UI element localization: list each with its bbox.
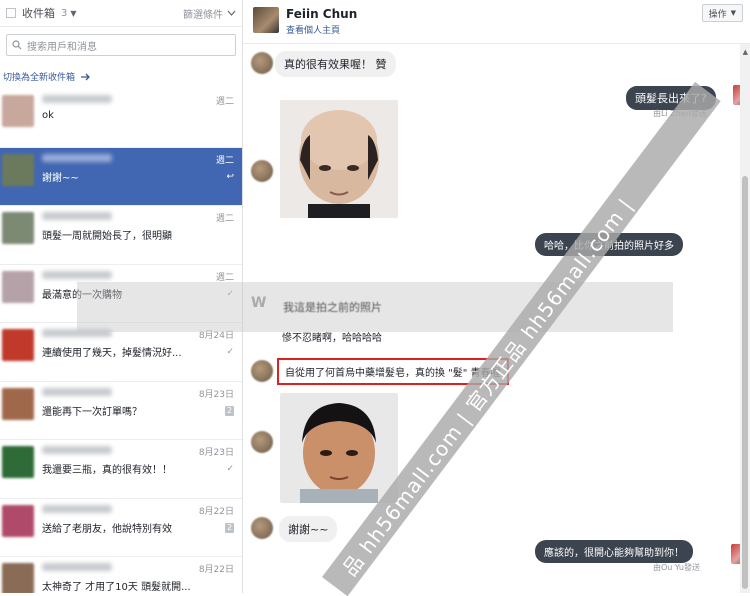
filter-label: 篩選條件: [183, 9, 223, 21]
conversation-date: 週二: [215, 214, 234, 224]
switch-link-label: 切換為全新收件箱: [3, 73, 76, 83]
conversation-item[interactable]: 週二頭髮一周就開始長了，很明顯: [0, 206, 242, 265]
message-incoming: 真的很有效果喔！ 贊: [275, 51, 396, 77]
avatar: [2, 504, 34, 537]
arrow-right-icon: [81, 73, 90, 80]
avatar: [2, 95, 34, 127]
status-badge: 2: [225, 405, 234, 416]
conversation-preview: ok: [42, 110, 54, 121]
avatar: [2, 212, 34, 244]
conversation-preview: 送給了老朋友，他說特別有效: [42, 523, 172, 535]
conversation-preview: 我還要三瓶，真的很有效！！: [42, 465, 172, 476]
search-placeholder: 搜索用戶和消息: [27, 41, 97, 53]
conversation-preview: 連續使用了幾天，掉髮情況好...: [42, 348, 182, 359]
conversation-date: 週二: [215, 97, 234, 107]
conversation-date: 8月23日: [198, 389, 234, 400]
conversation-date: 週二: [215, 272, 234, 283]
avatar: [2, 329, 34, 361]
reply-icon: ↩: [226, 171, 234, 182]
select-all-checkbox[interactable]: [6, 8, 16, 18]
avatar: [2, 270, 34, 303]
message-outgoing: 應該的，很開心能夠幫助到你！: [535, 540, 693, 563]
avatar: [2, 387, 34, 420]
avatar: [251, 517, 273, 539]
bald-man-photo: [280, 100, 398, 218]
conversation-item[interactable]: 8月23日還能再下一次訂單嗎？ 2: [0, 382, 242, 440]
contact-name-blurred: [42, 153, 112, 162]
avatar: [251, 160, 273, 182]
contact-name[interactable]: Feiin Chun: [286, 7, 357, 21]
conversation-preview: 謝謝~~: [42, 172, 79, 184]
contact-name-blurred: [42, 446, 112, 454]
contact-name-blurred: [42, 387, 112, 396]
unread-count-badge: 2: [225, 405, 234, 416]
search-input[interactable]: 搜索用戶和消息: [6, 34, 236, 56]
scrollbar-thumb[interactable]: [742, 176, 748, 589]
photo-after[interactable]: [280, 393, 398, 503]
conversation-preview: 還能再下一次訂單嗎？: [42, 406, 142, 418]
conversation-item[interactable]: 週二 ok: [0, 89, 242, 148]
avatar[interactable]: [253, 7, 279, 33]
inbox-title[interactable]: 收件箱: [22, 5, 55, 21]
caret-down-icon: ▼: [730, 9, 736, 17]
contact-name-blurred: [42, 504, 112, 513]
chevron-down-icon: [227, 10, 236, 16]
inbox-count: 3: [61, 7, 68, 19]
search-icon: [12, 40, 22, 50]
avatar: [2, 153, 34, 186]
chat-header: Feiin Chun 查看個人主頁 操作 ▼: [243, 0, 750, 44]
seen-check-icon: ✓: [226, 347, 234, 357]
avatar: [251, 52, 273, 74]
conversation-item[interactable]: 8月23日我還要三瓶，真的很有效！！ ✓: [0, 440, 242, 499]
chat-panel: Feiin Chun 查看個人主頁 操作 ▼ 真的很有效果喔！ 贊 頭髮長出來了…: [77, 0, 750, 593]
avatar: [2, 563, 34, 593]
message-incoming: 慘不忍睹啊，哈哈哈哈: [282, 333, 382, 344]
conversation-item[interactable]: 週二謝謝~~ ↩: [0, 147, 242, 206]
conversation-preview: 頭髮一周就開始長了，很明顯: [42, 231, 172, 242]
contact-name-blurred: [42, 270, 112, 279]
actions-button[interactable]: 操作 ▼: [701, 4, 743, 22]
scroll-up-arrow-icon[interactable]: ▲: [743, 48, 748, 56]
conversation-item[interactable]: 8月22日 太神奇了 才用了10天 頭髮就開...: [0, 557, 242, 593]
photo-before[interactable]: [280, 100, 398, 218]
message-incoming: 我這是拍之前的照片: [283, 301, 382, 314]
switch-new-inbox-link[interactable]: 切換為全新收件箱: [3, 70, 242, 83]
conversation-date: 8月22日: [198, 506, 234, 517]
conversation-date: 8月22日: [198, 565, 234, 575]
watermark-logo-icon: W: [251, 295, 267, 311]
conversation-preview: 太神奇了 才用了10天 頭髮就開...: [42, 582, 191, 593]
contact-name-blurred: [42, 95, 112, 103]
avatar: [2, 446, 34, 478]
conversation-date: 週二: [215, 155, 234, 166]
contact-name-blurred: [42, 563, 112, 571]
sent-by-label: 由Ou Yu發送: [653, 563, 700, 572]
chevron-down-icon[interactable]: ▼: [70, 9, 76, 18]
avatar: [251, 360, 273, 382]
conversation-date: 8月23日: [198, 448, 234, 458]
filter-dropdown[interactable]: 篩選條件: [183, 6, 236, 21]
avatar: [251, 431, 273, 453]
status-badge: 2: [225, 522, 234, 533]
conversation-item[interactable]: 8月22日送給了老朋友，他說特別有效 2: [0, 499, 242, 557]
message-incoming: 謝謝~~: [279, 516, 338, 542]
conversation-list: 週二 ok 週二 謝謝~~ ↩ 週二 頭髮一周就開始長了，很明顯 週二 最滿意的一次購物 ✓ 8月2…: [0, 89, 242, 593]
inbox-header: 收件箱 3 ▼ 篩選條件: [0, 0, 242, 27]
unread-count-badge: 2: [225, 522, 234, 533]
actions-label: 操作: [708, 9, 727, 20]
seen-check-icon: ✓: [226, 464, 234, 474]
view-profile-link[interactable]: 查看個人主頁: [286, 23, 340, 36]
man-with-hair-photo: [280, 393, 398, 503]
contact-name-blurred: [42, 212, 112, 220]
